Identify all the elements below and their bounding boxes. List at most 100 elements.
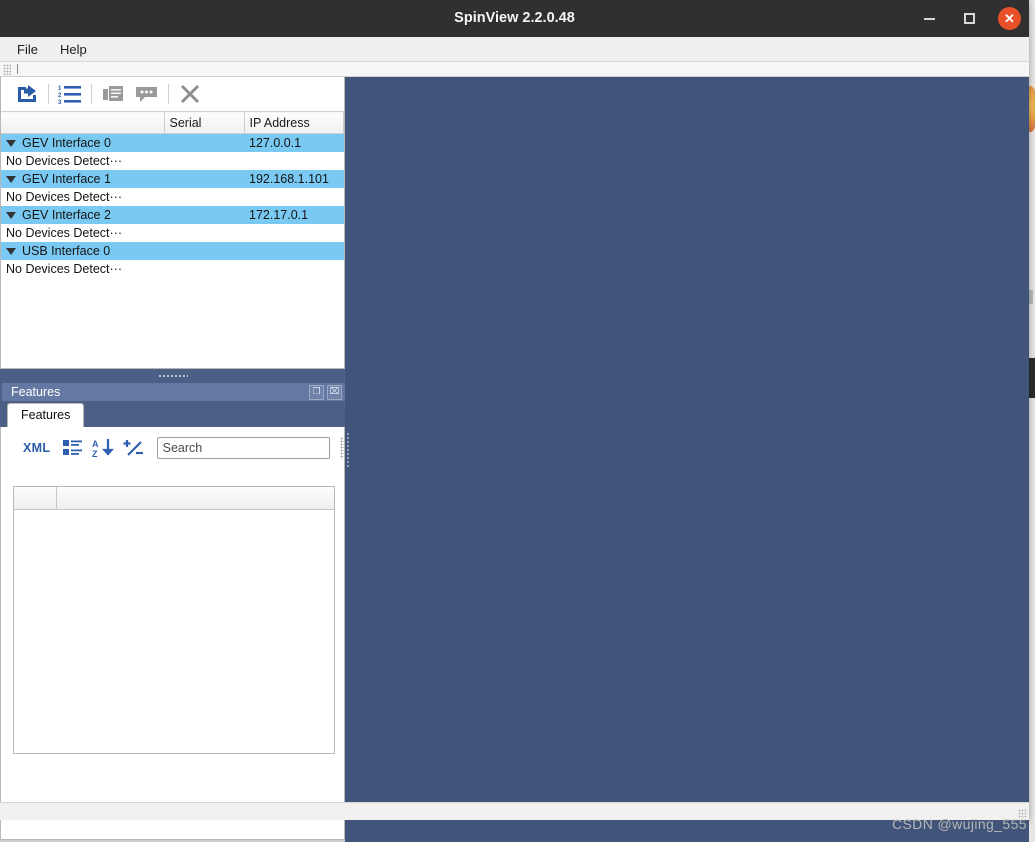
close-button[interactable]: ✕ bbox=[998, 7, 1021, 30]
toolbar-drag-handle[interactable] bbox=[3, 63, 11, 75]
features-panel-header: Features ❐ ⌧ bbox=[0, 383, 345, 401]
search-input[interactable] bbox=[156, 437, 330, 459]
interface-serial bbox=[164, 206, 244, 224]
refresh-devices-icon[interactable] bbox=[10, 80, 44, 108]
features-grid-header bbox=[14, 487, 334, 510]
interface-serial bbox=[164, 242, 244, 260]
toolbar-separator-3 bbox=[168, 84, 169, 104]
features-grid[interactable] bbox=[13, 486, 335, 754]
interface-ip: 192.168.1.101 bbox=[244, 170, 344, 188]
table-row[interactable]: GEV Interface 1 192.168.1.101 bbox=[1, 170, 344, 188]
window-title: SpinView 2.2.0.48 bbox=[454, 10, 575, 26]
interface-serial bbox=[164, 170, 244, 188]
toolbar-separator-1 bbox=[48, 84, 49, 104]
table-row[interactable]: No Devices Detect··· bbox=[1, 260, 344, 278]
child-ip bbox=[244, 260, 344, 278]
interface-label: GEV Interface 2 bbox=[22, 208, 111, 222]
child-serial bbox=[164, 188, 244, 206]
interface-label: GEV Interface 0 bbox=[22, 136, 111, 150]
table-row[interactable]: No Devices Detect··· bbox=[1, 188, 344, 206]
interface-label: USB Interface 0 bbox=[22, 244, 111, 258]
disconnect-icon[interactable] bbox=[173, 80, 207, 108]
interface-ip bbox=[244, 242, 344, 260]
svg-text:Z: Z bbox=[92, 449, 98, 458]
devices-tree[interactable]: Serial IP Address GEV Interface 0 127.0.… bbox=[1, 111, 344, 278]
svg-text:1: 1 bbox=[58, 86, 62, 92]
child-label: No Devices Detect··· bbox=[1, 152, 164, 170]
statusbar bbox=[0, 802, 1029, 820]
child-serial bbox=[164, 260, 244, 278]
horizontal-splitter-grip bbox=[157, 373, 188, 379]
menubar: File Help bbox=[0, 37, 1029, 62]
features-panel-title: Features bbox=[11, 385, 61, 399]
device-messages-icon[interactable] bbox=[130, 80, 164, 108]
titlebar: SpinView 2.2.0.48 ✕ bbox=[0, 0, 1029, 37]
spinview-window: SpinView 2.2.0.48 ✕ File Help 1 2 3 Seri… bbox=[0, 0, 1029, 842]
features-panel: Features ❐ ⌧ Features XML A Z Search bbox=[0, 383, 345, 840]
devices-toolbar: 1 2 3 bbox=[1, 77, 344, 111]
features-body: XML A Z Search bbox=[0, 427, 345, 840]
table-row[interactable]: GEV Interface 0 127.0.0.1 bbox=[1, 133, 344, 152]
features-grid-col-name[interactable] bbox=[14, 487, 57, 509]
main-toolbar bbox=[0, 62, 1029, 77]
child-serial bbox=[164, 152, 244, 170]
minimize-button[interactable] bbox=[918, 8, 940, 30]
interface-ip: 172.17.0.1 bbox=[244, 206, 344, 224]
child-ip bbox=[244, 188, 344, 206]
expand-triangle-icon[interactable] bbox=[6, 176, 16, 184]
features-toolbar: XML A Z Search bbox=[1, 427, 344, 469]
column-header-ip[interactable]: IP Address bbox=[244, 111, 344, 134]
child-ip bbox=[244, 224, 344, 242]
menu-help[interactable]: Help bbox=[51, 39, 96, 60]
interface-ip: 127.0.0.1 bbox=[244, 133, 344, 152]
vertical-splitter-grip bbox=[345, 431, 350, 468]
toolbar-cursor bbox=[17, 64, 18, 74]
features-tabstrip: Features bbox=[0, 401, 345, 427]
child-label: No Devices Detect··· bbox=[1, 260, 164, 278]
expand-collapse-icon[interactable] bbox=[121, 435, 147, 461]
column-header-serial[interactable]: Serial bbox=[164, 111, 245, 134]
device-properties-icon[interactable] bbox=[96, 80, 130, 108]
table-row[interactable]: USB Interface 0 bbox=[1, 242, 344, 260]
svg-text:2: 2 bbox=[58, 93, 62, 99]
features-close-button[interactable]: ⌧ bbox=[327, 385, 342, 400]
child-ip bbox=[244, 152, 344, 170]
child-label: No Devices Detect··· bbox=[1, 188, 164, 206]
screen: 从网络上获取功能包 SpinView 2.2.0.48 ✕ File Help bbox=[0, 0, 1035, 842]
image-viewport[interactable] bbox=[345, 77, 1029, 842]
features-panel-header-buttons: ❐ ⌧ bbox=[309, 385, 342, 400]
table-row[interactable]: GEV Interface 2 172.17.0.1 bbox=[1, 206, 344, 224]
child-serial bbox=[164, 224, 244, 242]
toolbar-separator-2 bbox=[91, 84, 92, 104]
tree-view-icon[interactable] bbox=[60, 435, 86, 461]
table-row[interactable]: No Devices Detect··· bbox=[1, 152, 344, 170]
sort-alphabetical-icon[interactable]: A Z bbox=[90, 435, 116, 461]
features-grid-col-value[interactable] bbox=[57, 487, 334, 509]
maximize-button[interactable] bbox=[958, 8, 980, 30]
horizontal-splitter[interactable] bbox=[0, 369, 345, 383]
watermark: CSDN @wujing_555 bbox=[891, 816, 1027, 832]
window-controls: ✕ bbox=[918, 0, 1021, 37]
expand-triangle-icon[interactable] bbox=[6, 140, 16, 148]
minimize-icon bbox=[923, 17, 935, 20]
interface-label: GEV Interface 1 bbox=[22, 172, 111, 186]
close-icon: ✕ bbox=[1004, 10, 1015, 26]
menu-file[interactable]: File bbox=[8, 39, 47, 60]
child-label: No Devices Detect··· bbox=[1, 224, 164, 242]
expand-triangle-icon[interactable] bbox=[6, 212, 16, 220]
features-float-button[interactable]: ❐ bbox=[309, 385, 324, 400]
features-toolbar-grip[interactable] bbox=[339, 437, 344, 459]
column-header-name[interactable] bbox=[1, 111, 165, 134]
xml-button[interactable]: XML bbox=[17, 436, 56, 460]
devices-tree-header: Serial IP Address bbox=[1, 111, 344, 134]
vertical-splitter[interactable] bbox=[345, 77, 350, 822]
app-body: Devices ❐ ⌧ bbox=[0, 77, 1029, 842]
devices-panel: 1 2 3 Serial IP Address GEV Interface 0 … bbox=[0, 77, 345, 369]
expand-triangle-icon[interactable] bbox=[6, 248, 16, 256]
left-dock: Devices ❐ ⌧ bbox=[0, 77, 345, 840]
svg-text:A: A bbox=[92, 439, 99, 449]
enumerate-list-icon[interactable]: 1 2 3 bbox=[53, 80, 87, 108]
maximize-icon bbox=[963, 13, 975, 24]
tab-features[interactable]: Features bbox=[7, 403, 85, 427]
table-row[interactable]: No Devices Detect··· bbox=[1, 224, 344, 242]
